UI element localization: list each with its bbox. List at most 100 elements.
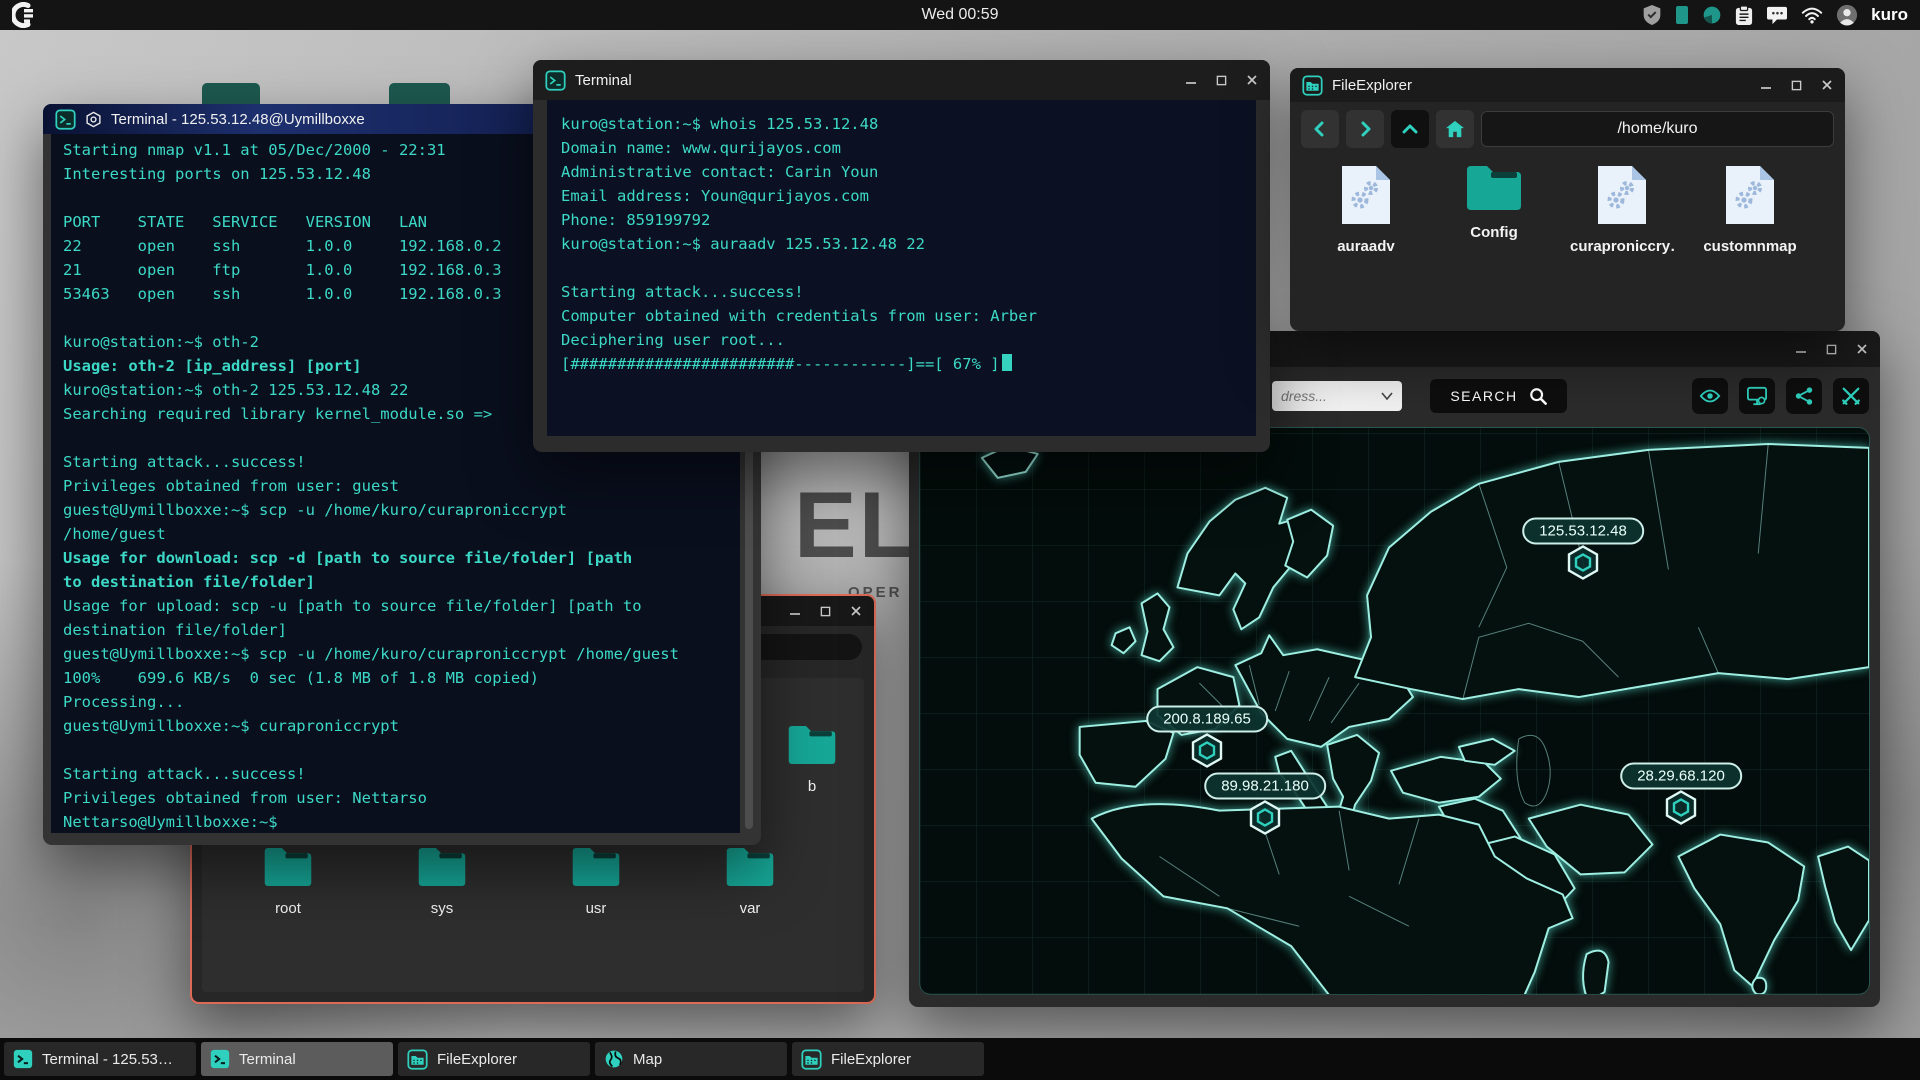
terminal-line: kuro@station:~$ auraadv 125.53.12.48 22 [561,235,925,253]
file-grid: auraadv Config curaproniccry… customnmap [1290,152,1845,267]
top-status-bar: Wed 00:59 kuro [0,0,1920,30]
minimize-button[interactable] [1185,74,1197,86]
terminal-line: to destination file/folder] [63,573,315,591]
chat-icon[interactable] [1766,5,1788,25]
file-item-curaproniccry[interactable]: curaproniccry… [1570,164,1674,255]
hexagon-node-icon[interactable] [1248,800,1282,841]
file-item-customnmap[interactable]: customnmap [1700,164,1800,255]
terminal-cursor [1001,354,1012,371]
file-label: root [275,900,301,917]
folder-item-Config[interactable]: Config [1444,164,1544,255]
navigation-toolbar: /home/kuro [1290,102,1845,152]
file-label: var [739,900,761,917]
ip-marker-label[interactable]: 125.53.12.48 [1522,517,1644,545]
back-button[interactable] [1301,110,1339,148]
terminal-line: Nettarso@Uymillboxxe:~$ [63,813,278,831]
ip-marker-label[interactable]: 200.8.189.65 [1146,705,1268,733]
remote-desktop-button[interactable] [1739,378,1775,414]
globe-icon [604,1049,624,1069]
folder-icon [263,846,313,893]
taskbar-item-map[interactable]: Map [595,1042,787,1076]
ip-marker-label[interactable]: 89.98.21.180 [1204,772,1326,800]
close-button[interactable] [1246,74,1258,86]
world-map[interactable]: 125.53.12.48 200.8.189.65 89.98.21.180 28.2… [919,427,1870,995]
terminal-line: Usage for download: scp -d [path to sour… [63,549,633,567]
folder-b[interactable]: b [762,724,862,795]
taskbar-item-label: Map [633,1050,663,1068]
desktop: EL OPER Wed 00:59 kuro b root sys usr va… [0,0,1920,1080]
file-label: auraadv [1337,238,1395,255]
file-explorer-icon [1302,74,1323,96]
forward-button[interactable] [1346,110,1384,148]
minimize-button[interactable] [1795,343,1807,355]
terminal-line: kuro@station:~$ whois 125.53.12.48 [561,115,879,133]
terminal-line: Starting attack...success! [63,765,306,783]
display-icon[interactable] [1675,5,1689,25]
terminal-output[interactable]: kuro@station:~$ whois 125.53.12.48 Domain… [547,100,1256,436]
file-item-auraadv[interactable]: auraadv [1316,164,1416,255]
taskbar-item-label: FileExplorer [831,1050,912,1068]
clipboard-icon[interactable] [1735,4,1753,26]
hexagon-node-icon[interactable] [1664,790,1698,831]
terminal-line: 100% 699.6 KB/s 0 sec (1.8 MB of 1.8 MB … [63,669,539,687]
window-title: FileExplorer [1332,76,1413,94]
file-explorer-window[interactable]: FileExplorer /home/kuro auraadv Config cur… [1290,68,1845,331]
file-label: usr [585,900,607,917]
terminal-local-window[interactable]: Terminal kuro@station:~$ whois 125.53.12… [533,60,1270,452]
disk-usage-icon[interactable] [1702,5,1722,25]
maximize-button[interactable] [1216,75,1227,86]
close-button[interactable] [1856,343,1868,355]
share-button[interactable] [1786,378,1822,414]
hexagon-node-icon[interactable] [1190,733,1224,774]
taskbar-item-label: FileExplorer [437,1050,518,1068]
terminal-icon [545,69,566,91]
chevron-down-icon [1381,392,1393,400]
wifi-icon[interactable] [1801,7,1823,24]
close-button[interactable] [850,605,862,617]
folder-item-sys[interactable]: sys [392,846,492,917]
address-combobox[interactable]: dress... [1272,381,1402,411]
eye-button[interactable] [1692,378,1728,414]
taskbar-item-terminal12553[interactable]: Terminal - 125.53… [4,1042,196,1076]
terminal-line: Domain name: www.qurijayos.com [561,139,841,157]
taskbar-item-fileexplorer[interactable]: FileExplorer [792,1042,984,1076]
close-button[interactable] [1821,79,1833,91]
maximize-button[interactable] [820,606,831,617]
minimize-button[interactable] [789,605,801,617]
user-avatar-icon[interactable] [1836,4,1858,26]
folder-label: b [807,778,817,795]
folder-item-usr[interactable]: usr [546,846,646,917]
terminal-icon [55,108,76,130]
window-titlebar[interactable]: Terminal [533,60,1270,100]
search-button[interactable]: SEARCH [1430,379,1567,413]
crossed-swords-button[interactable] [1833,378,1869,414]
terminal-line: Privileges obtained from user: Nettarso [63,789,427,807]
minimize-button[interactable] [1760,79,1772,91]
window-titlebar[interactable]: FileExplorer [1290,68,1845,102]
maximize-button[interactable] [1826,344,1837,355]
maximize-button[interactable] [1791,80,1802,91]
address-bar[interactable]: /home/kuro [1481,111,1834,147]
up-button[interactable] [1391,110,1429,148]
shield-check-icon[interactable] [1642,4,1662,26]
taskbar: Terminal - 125.53… Terminal FileExplorer Ma… [0,1038,1920,1080]
home-button[interactable] [1436,110,1474,148]
taskbar-item-fileexplorer[interactable]: FileExplorer [398,1042,590,1076]
taskbar-item-terminal[interactable]: Terminal [201,1042,393,1076]
username-label[interactable]: kuro [1871,5,1908,25]
folder-item-root[interactable]: root [238,846,338,917]
map-tool-buttons [1692,378,1869,414]
terminal-line: Usage for upload: scp -u [path to source… [63,597,642,615]
terminal-line: destination file/folder] [63,621,287,639]
terminal-line: /home/guest [63,525,166,543]
folder-icon [787,724,837,771]
folder-item-var[interactable]: var [700,846,800,917]
os-logo-icon[interactable] [10,2,37,33]
folder-badge-icon [801,1048,822,1070]
hexagon-node-icon[interactable] [1566,545,1600,586]
file-icon [1594,164,1650,231]
world-map-svg [980,442,1869,994]
ip-marker-label[interactable]: 28.29.68.120 [1620,762,1742,790]
